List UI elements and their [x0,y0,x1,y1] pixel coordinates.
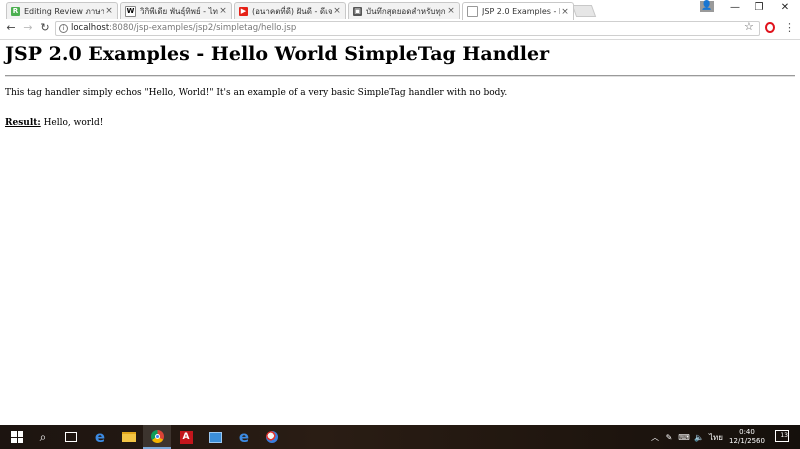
tab-strip: R Editing Review ภาษา jsp × W วิกิพีเดีย… [0,0,800,20]
windows-logo-icon [11,431,23,443]
page-content: JSP 2.0 Examples - Hello World SimpleTag… [0,40,800,425]
chrome-icon [150,429,164,443]
notification-icon[interactable]: 13 [775,430,789,442]
result-value: Hello, world! [40,118,104,128]
tab-title: Editing Review ภาษา jsp [24,6,104,16]
page-favicon-icon [467,6,478,17]
close-icon[interactable]: × [446,6,456,16]
back-arrow-icon[interactable]: ← [4,21,18,35]
task-view-button[interactable] [57,425,85,449]
chrome-taskbar-button[interactable] [143,425,171,449]
restore-button[interactable]: ❐ [746,0,772,16]
opera-extension-icon[interactable] [765,22,775,33]
notification-count: 13 [780,432,788,439]
result-label: Result: [5,118,41,128]
close-icon[interactable]: × [560,7,570,17]
file-explorer-button[interactable] [115,425,143,449]
keyboard-icon[interactable]: ⌨ [676,425,692,449]
pen-icon[interactable]: ✎ [662,425,676,449]
page-description: This tag handler simply echos "Hello, Wo… [5,88,508,98]
paint-icon [266,431,278,443]
close-icon[interactable]: × [332,6,342,16]
url-path: :8080/jsp-examples/jsp2/simpletag/hello.… [109,23,297,33]
minimize-button[interactable]: — [722,0,748,16]
reload-icon[interactable]: ↻ [38,21,52,35]
time: 0:40 [739,428,755,436]
ie-icon[interactable]: e [230,425,258,449]
new-tab-button[interactable] [571,5,597,17]
tab-title: JSP 2.0 Examples - Hello [482,7,560,16]
bookmark-star-icon[interactable]: ☆ [744,20,754,33]
edge-icon[interactable]: e [86,425,114,449]
address-bar[interactable]: i localhost:8080/jsp-examples/jsp2/simpl… [55,21,760,36]
windows-taskbar: ⌕ e A e ︿ ✎ ⌨ 🔈 0:40 12/1/2560 ไทย 13 [0,425,800,449]
acrobat-button[interactable]: A [172,425,200,449]
task-view-icon [65,432,77,442]
start-button[interactable] [3,425,31,449]
chevron-up-icon[interactable]: ︿ [648,425,662,449]
review-favicon-icon: R [11,6,20,16]
forward-arrow-icon[interactable]: → [21,21,35,35]
tab-title: (อนาคตที่ดี) ฝันดี - ดีเจ [252,6,332,16]
paint-button[interactable] [258,425,286,449]
browser-toolbar: ← → ↻ i localhost:8080/jsp-examples/jsp2… [0,19,800,40]
info-icon[interactable]: i [59,24,68,33]
language-label[interactable]: ไทย [706,425,726,449]
menu-dots-icon[interactable]: ⋮ [784,21,795,35]
tab-youtube[interactable]: ▶ (อนาคตที่ดี) ฝันดี - ดีเจ × [234,2,346,19]
image-favicon-icon: ▣ [353,6,362,16]
result-line: Result: Hello, world! [5,118,103,128]
close-window-button[interactable]: ✕ [772,0,798,16]
youtube-play-icon: ▶ [239,6,248,16]
profile-icon[interactable]: 👤 [700,1,714,12]
search-icon[interactable]: ⌕ [29,425,57,449]
tab-title: บันทึกสุดยอดสำหรับทุกคน [366,6,446,16]
date: 12/1/2560 [729,437,765,445]
store-button[interactable] [201,425,229,449]
tab-title: วิกิพีเดีย พันธุ์ทิพย์ - ไทยวิกิ [140,6,218,16]
tab-wikipedia[interactable]: W วิกิพีเดีย พันธุ์ทิพย์ - ไทยวิกิ × [120,2,232,19]
tab-image-page[interactable]: ▣ บันทึกสุดยอดสำหรับทุกคน × [348,2,460,19]
tab-jsp-examples[interactable]: JSP 2.0 Examples - Hello × [462,2,574,20]
clock[interactable]: 0:40 12/1/2560 [726,428,768,446]
wikipedia-favicon-icon: W [125,5,136,17]
store-icon [208,431,222,443]
divider [5,75,795,77]
folder-icon [122,432,136,442]
close-icon[interactable]: × [104,6,114,16]
speaker-icon[interactable]: 🔈 [692,425,706,449]
page-title: JSP 2.0 Examples - Hello World SimpleTag… [5,43,550,65]
pdf-icon: A [179,430,193,444]
close-icon[interactable]: × [218,6,228,16]
url-host: localhost [71,23,110,33]
tab-editing-review[interactable]: R Editing Review ภาษา jsp × [6,2,118,19]
